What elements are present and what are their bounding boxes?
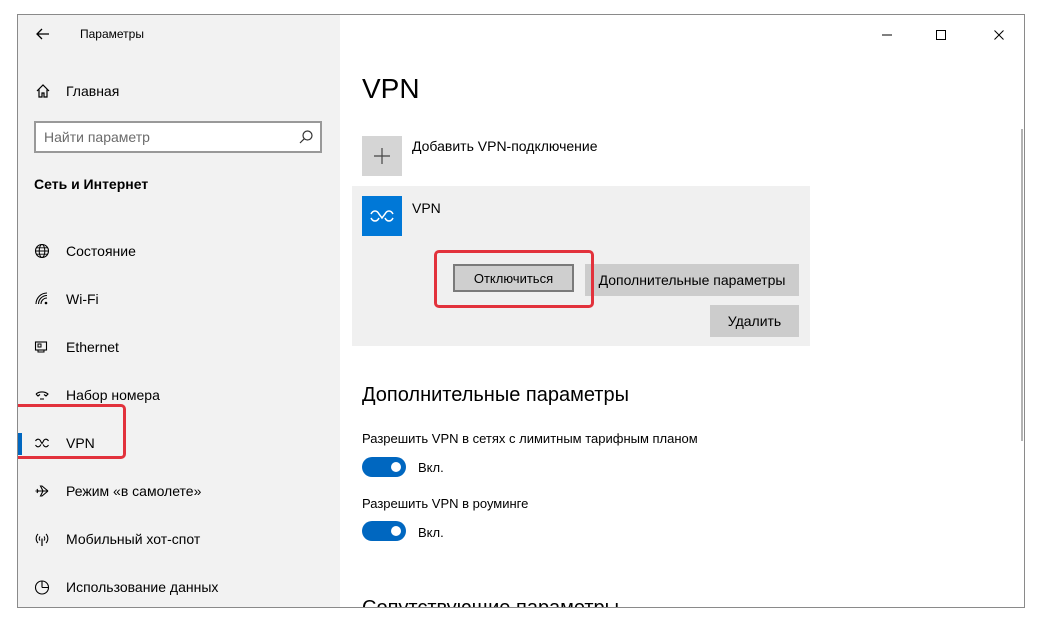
- toggle-knob: [391, 526, 401, 536]
- search-input[interactable]: [44, 127, 284, 147]
- vpn-connection-name: VPN: [412, 200, 441, 216]
- roaming-toggle[interactable]: [362, 521, 406, 541]
- sidebar-item-label: Wi-Fi: [66, 291, 99, 307]
- sidebar-item-label: Использование данных: [66, 579, 219, 595]
- data-usage-icon: [34, 580, 50, 595]
- arrow-left-icon: [36, 28, 49, 40]
- vpn-connection-panel[interactable]: VPN Отключиться Дополнительные параметры…: [352, 186, 810, 346]
- advanced-settings-title: Дополнительные параметры: [362, 384, 629, 406]
- highlight-box-vpn-nav: [18, 404, 126, 459]
- advanced-options-button[interactable]: Дополнительные параметры: [585, 264, 799, 296]
- sidebar-item-hotspot[interactable]: Мобильный хот-спот: [18, 517, 340, 561]
- minimize-button[interactable]: [864, 21, 910, 49]
- sidebar-item-label: Мобильный хот-спот: [66, 531, 201, 547]
- sidebar-item-wifi[interactable]: Wi-Fi: [18, 277, 340, 321]
- content-pane: VPN Добавить VPN-подключение VPN Отключи…: [340, 15, 1024, 607]
- maximize-icon: [936, 30, 946, 40]
- sidebar-item-label: Режим «в самолете»: [66, 483, 202, 499]
- sidebar-item-home[interactable]: Главная: [18, 77, 340, 105]
- section-title: Сеть и Интернет: [34, 176, 149, 192]
- home-icon: [36, 84, 50, 98]
- sidebar-item-label: Ethernet: [66, 339, 119, 355]
- globe-icon: [34, 243, 50, 259]
- dialup-icon: [35, 391, 49, 400]
- maximize-button[interactable]: [918, 21, 964, 49]
- sidebar-item-label: Набор номера: [66, 387, 160, 403]
- vpn-connection-tile: [362, 196, 402, 236]
- metered-toggle[interactable]: [362, 457, 406, 477]
- toggle-knob: [391, 462, 401, 472]
- add-vpn-button[interactable]: [362, 136, 402, 176]
- search-icon[interactable]: [298, 129, 314, 145]
- highlight-box-disconnect: [434, 250, 594, 308]
- ethernet-icon: [34, 341, 48, 353]
- sidebar-item-label: Состояние: [66, 243, 136, 259]
- wifi-icon: [35, 292, 48, 305]
- sidebar-item-data-usage[interactable]: Использование данных: [18, 565, 340, 607]
- plus-icon: [374, 148, 390, 164]
- sidebar-item-airplane[interactable]: Режим «в самолете»: [18, 469, 340, 513]
- sidebar: Параметры Главная Сеть и Интернет Состоя…: [18, 15, 340, 607]
- airplane-icon: [35, 485, 49, 497]
- roaming-option-label: Разрешить VPN в роуминге: [362, 496, 529, 511]
- back-button[interactable]: [32, 23, 54, 45]
- hotspot-icon: [35, 533, 49, 546]
- minimize-icon: [882, 34, 892, 36]
- sidebar-item-label: Главная: [66, 83, 120, 99]
- related-settings-title: Сопутствующие параметры: [362, 597, 620, 608]
- roaming-toggle-state: Вкл.: [418, 525, 444, 540]
- add-vpn-label[interactable]: Добавить VPN-подключение: [412, 138, 598, 154]
- metered-toggle-state: Вкл.: [418, 460, 444, 475]
- delete-button[interactable]: Удалить: [710, 305, 799, 337]
- search-box[interactable]: [34, 121, 322, 153]
- sidebar-item-ethernet[interactable]: Ethernet: [18, 325, 340, 369]
- app-title: Параметры: [80, 27, 144, 41]
- page-title: VPN: [362, 73, 420, 104]
- metered-option-label: Разрешить VPN в сетях с лимитным тарифны…: [362, 431, 698, 446]
- settings-window: Параметры Главная Сеть и Интернет Состоя…: [17, 14, 1025, 608]
- close-icon: [994, 30, 1004, 40]
- vpn-icon: [370, 210, 394, 222]
- scrollbar[interactable]: [1021, 129, 1023, 441]
- close-button[interactable]: [976, 21, 1022, 49]
- sidebar-item-status[interactable]: Состояние: [18, 229, 340, 273]
